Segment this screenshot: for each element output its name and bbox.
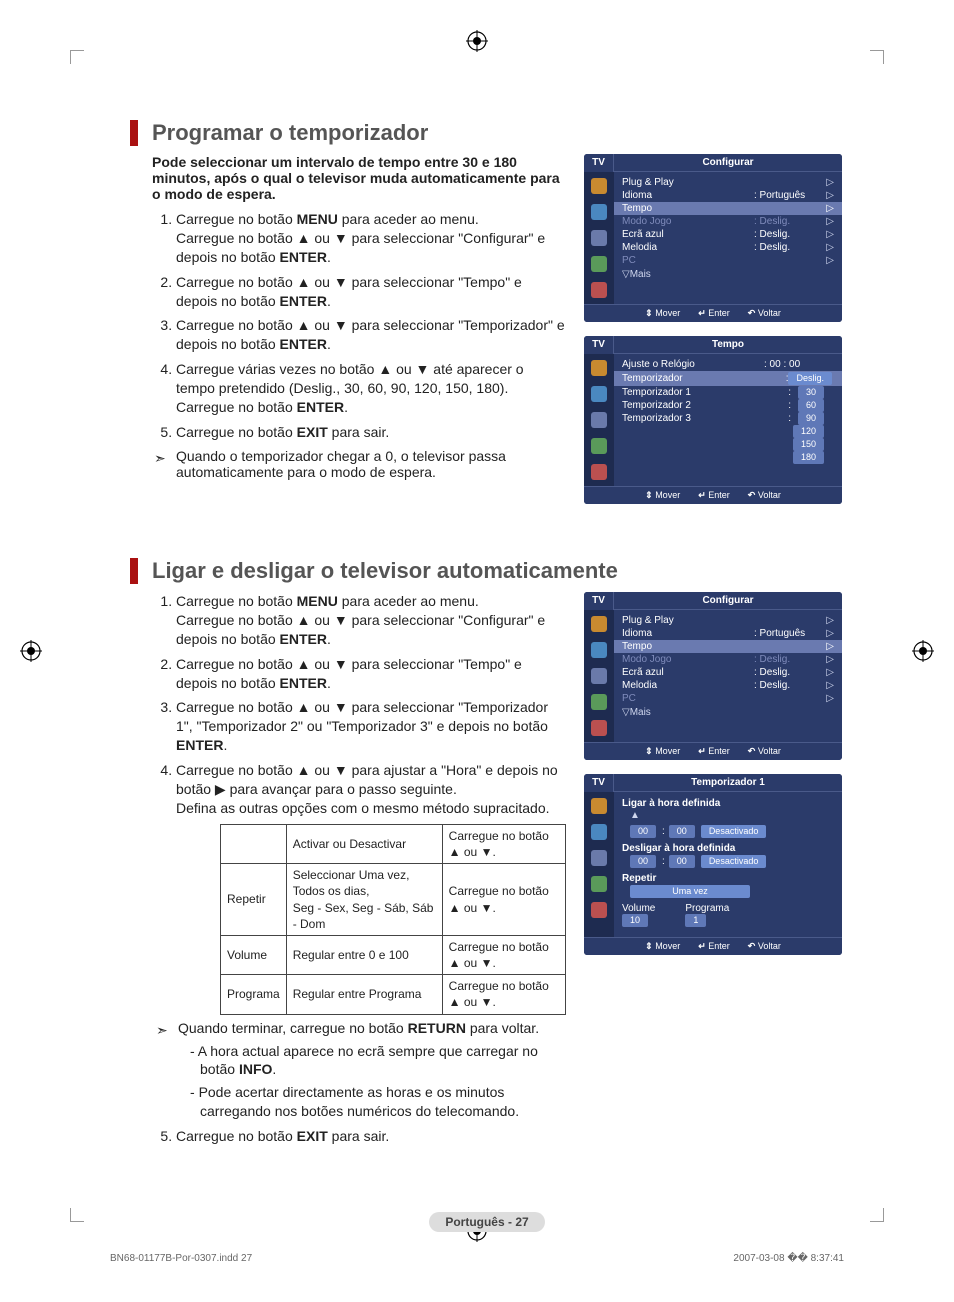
- osd-row-selected: Tempo▷: [614, 202, 842, 215]
- note: ➣ Quando terminar, carregue no botão RET…: [176, 1019, 566, 1038]
- osd-tv-label: TV: [584, 592, 614, 610]
- step-1: Carregue no botão MENU para aceder ao me…: [176, 210, 566, 267]
- footer-filename: BN68-01177B-Por-0307.indd 27: [110, 1253, 252, 1264]
- step-4: Carregue várias vezes no botão ▲ ou ▼ at…: [176, 360, 566, 417]
- note: ➣ Quando o temporizador chegar a 0, o te…: [130, 448, 566, 480]
- step-2: Carregue no botão ▲ ou ▼ para selecciona…: [176, 655, 566, 693]
- osd-group-label: Desligar à hora definida: [620, 841, 836, 854]
- osd-repeat-line: Uma vez: [620, 884, 836, 901]
- osd-row: Melodia: Deslig.▷: [620, 241, 836, 254]
- menu-icon: [591, 204, 607, 220]
- table-row: ProgramaRegular entre ProgramaCarregue n…: [221, 975, 566, 1014]
- step-1: Carregue no botão MENU para aceder ao me…: [176, 592, 566, 649]
- osd-footer: ⇕ Mover ↵ Enter ↶ Voltar: [584, 486, 842, 504]
- osd-title: Temporizador 1: [614, 774, 842, 792]
- osd-title: Configurar: [614, 154, 842, 172]
- osd-row: Ajuste o Relógio: 00 : 00: [620, 358, 836, 371]
- menu-icon: [591, 386, 607, 402]
- osd-more: ▽Mais: [620, 267, 836, 282]
- osd-title: Tempo: [614, 336, 842, 354]
- table-row: RepetirSeleccionar Uma vez, Todos os dia…: [221, 864, 566, 936]
- table-row: VolumeRegular entre 0 e 100Carregue no b…: [221, 935, 566, 974]
- step-5: Carregue no botão EXIT para sair.: [176, 423, 566, 442]
- step-3: Carregue no botão ▲ ou ▼ para selecciona…: [176, 316, 566, 354]
- osd-group-label: Ligar à hora definida: [620, 796, 836, 809]
- section-programar-temporizador: Programar o temporizador Pode selecciona…: [130, 120, 844, 518]
- osd-value-list: 30 60 90 120 150 180: [793, 386, 836, 464]
- osd-tv-label: TV: [584, 774, 614, 792]
- osd-row: Temporizador 3:: [620, 412, 793, 425]
- osd-footer: ⇕ Mover ↵ Enter ↶ Voltar: [584, 304, 842, 322]
- section-title: Ligar e desligar o televisor automaticam…: [130, 558, 844, 584]
- page-number-badge: Português - 27: [429, 1212, 544, 1232]
- menu-icon: [591, 412, 607, 428]
- menu-icon: [591, 360, 607, 376]
- step-3: Carregue no botão ▲ ou ▼ para selecciona…: [176, 698, 566, 755]
- osd-title: Configurar: [614, 592, 842, 610]
- osd-row: Modo Jogo: Deslig.▷: [620, 215, 836, 228]
- osd-row: Temporizador 2:: [620, 399, 793, 412]
- menu-icon: [591, 464, 607, 480]
- osd-icon-column: [584, 354, 614, 486]
- osd-time-line: 00 : 00 Desactivado: [620, 854, 836, 871]
- osd-row: Plug & Play▷: [620, 176, 836, 189]
- osd-icon-column: [584, 172, 614, 304]
- step-2: Carregue no botão ▲ ou ▼ para selecciona…: [176, 273, 566, 311]
- section-title: Programar o temporizador: [130, 120, 844, 146]
- osd-row: Temporizador 1:: [620, 386, 793, 399]
- table-row: Activar ou DesactivarCarregue no botão ▲…: [221, 824, 566, 863]
- osd-row: Ecrã azul: Deslig.▷: [620, 228, 836, 241]
- section-ligar-desligar: Ligar e desligar o televisor automaticam…: [130, 558, 844, 1152]
- osd-volume-value: 10: [622, 914, 648, 927]
- osd-row: Idioma: Português▷: [620, 189, 836, 202]
- osd-row: PC▷: [620, 254, 836, 267]
- footer-timestamp: 2007-03-08 �� 8:37:41: [733, 1253, 844, 1264]
- options-table: Activar ou DesactivarCarregue no botão ▲…: [220, 824, 566, 1015]
- osd-configurar: TV Configurar Plug & Play▷ Idioma: Portu…: [584, 592, 842, 760]
- arrow-bullet-icon: ➣: [156, 1021, 168, 1040]
- osd-group-label: Repetir: [620, 871, 836, 884]
- osd-tv-label: TV: [584, 154, 614, 172]
- arrow-bullet-icon: ➣: [154, 450, 166, 467]
- step-list: Carregue no botão MENU para aceder ao me…: [130, 592, 566, 1146]
- step-list: Carregue no botão MENU para aceder ao me…: [130, 210, 566, 442]
- menu-icon: [591, 178, 607, 194]
- osd-row-selected: Temporizador: Deslig.: [614, 371, 842, 386]
- step-4: Carregue no botão ▲ ou ▼ para ajustar a …: [176, 761, 566, 1121]
- dash-list: - A hora actual aparece no ecrã sempre q…: [176, 1042, 566, 1122]
- osd-tv-label: TV: [584, 336, 614, 354]
- osd-time-line: ▲: [620, 809, 836, 824]
- osd-program-label: Programa: [685, 903, 729, 914]
- page-number-bar: Português - 27: [130, 1212, 844, 1232]
- menu-icon: [591, 230, 607, 246]
- menu-icon: [591, 282, 607, 298]
- osd-tempo: TV Tempo Ajuste o Relógio: 00 : 00: [584, 336, 842, 504]
- osd-volume-label: Volume: [622, 903, 655, 914]
- print-footer: BN68-01177B-Por-0307.indd 27 2007-03-08 …: [110, 1253, 844, 1264]
- menu-icon: [591, 438, 607, 454]
- osd-configurar: TV Configurar Plug & Play▷: [584, 154, 842, 322]
- section-intro: Pode seleccionar um intervalo de tempo e…: [130, 154, 566, 202]
- step-5: Carregue no botão EXIT para sair.: [176, 1127, 566, 1146]
- osd-program-value: 1: [685, 914, 706, 927]
- menu-icon: [591, 256, 607, 272]
- osd-temporizador1: TV Temporizador 1 Ligar à hora definida …: [584, 774, 842, 955]
- osd-time-line: 00 : 00 Desactivado: [620, 824, 836, 841]
